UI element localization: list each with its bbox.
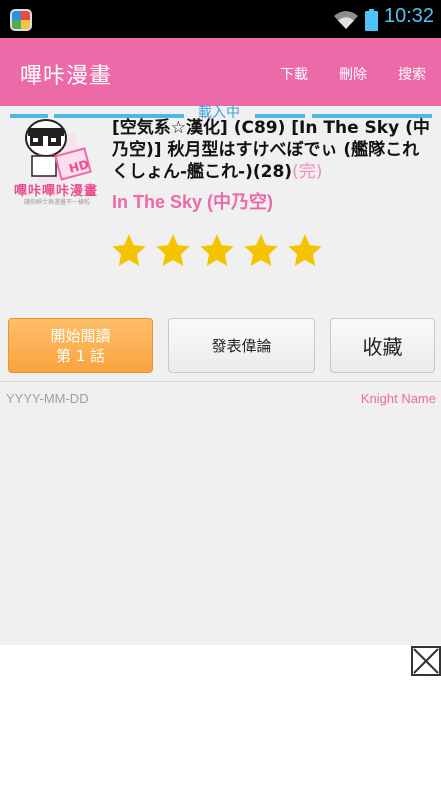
close-icon[interactable] <box>411 646 441 676</box>
divider <box>0 381 441 382</box>
app-title: 嗶咔漫畫 <box>20 64 113 89</box>
star-icon <box>156 234 190 266</box>
status-clock: 10:32 <box>384 5 435 27</box>
comic-status: (完) <box>292 162 323 182</box>
comic-author[interactable]: In The Sky (中乃空) <box>112 188 273 214</box>
battery-icon <box>365 9 378 31</box>
action-bar: 嗶咔漫畫 下載 刪除 搜索 <box>0 38 441 106</box>
start-reading-label: 開始閱讀 <box>50 326 111 345</box>
app-notification-icon <box>10 9 32 31</box>
star-icon <box>200 234 234 266</box>
start-reading-button[interactable]: 開始閱讀 第 1 話 <box>8 318 153 373</box>
uploader-name[interactable]: Knight Name <box>361 391 436 406</box>
star-icon <box>288 234 322 266</box>
ad-banner[interactable] <box>0 645 441 791</box>
star-icon <box>244 234 278 266</box>
search-button[interactable]: 搜索 <box>398 64 426 84</box>
comic-title-text: [空気系☆漢化] (C89) [In The Sky (中乃空)] 秋月型はすけ… <box>112 118 430 182</box>
delete-button[interactable]: 刪除 <box>339 64 367 84</box>
start-reading-chapter: 第 1 話 <box>55 346 106 365</box>
cover-tagline: 讓你紳士與漫畫不一樣啦 <box>23 199 90 206</box>
comic-title: [空気系☆漢化] (C89) [In The Sky (中乃空)] 秋月型はすけ… <box>112 117 434 183</box>
status-bar: 10:32 <box>0 0 441 38</box>
star-icon <box>112 234 146 266</box>
comment-button[interactable]: 發表偉論 <box>168 318 315 373</box>
upload-date: YYYY-MM-DD <box>6 391 89 406</box>
favorite-button[interactable]: 收藏 <box>330 318 435 373</box>
wifi-icon <box>334 11 358 29</box>
download-button[interactable]: 下載 <box>280 64 308 84</box>
